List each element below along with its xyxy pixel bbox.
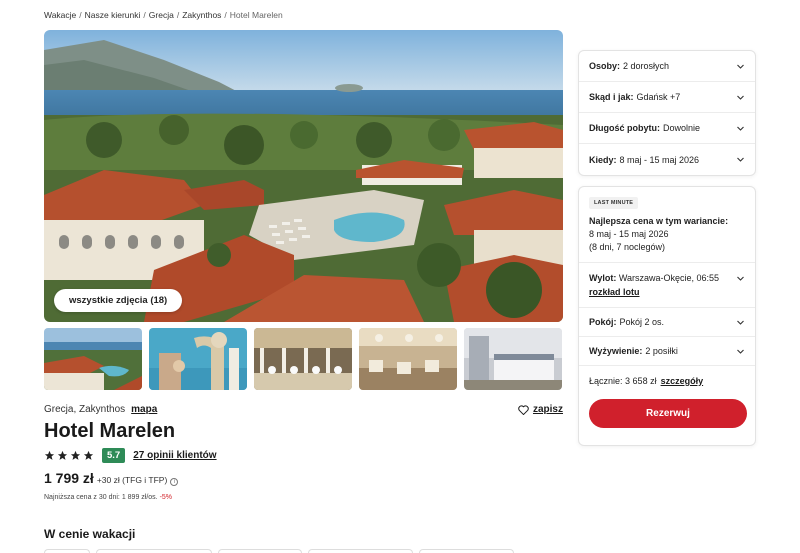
hero-photo[interactable]: wszystkie zdjęcia (18) <box>44 30 563 322</box>
price: 1 799 zł <box>44 470 94 486</box>
thumbnail-1[interactable] <box>44 328 142 390</box>
date-selector[interactable]: Kiedy: 8 maj - 15 maj 2026 <box>579 144 755 175</box>
chevron-down-icon <box>737 276 744 281</box>
star-icon <box>44 450 55 460</box>
breadcrumb-item-grecja[interactable]: Grecja <box>149 10 174 20</box>
date-label: Kiedy: <box>589 154 617 165</box>
star-icon <box>83 450 94 460</box>
chevron-down-icon <box>737 349 744 354</box>
included-tags <box>44 549 514 553</box>
breadcrumb: Wakacje / Nasze kierunki / Grecja / Zaky… <box>44 10 283 20</box>
flight-label: Wylot: <box>589 273 617 283</box>
flight-value: Warszawa-Okęcie, 06:55 <box>618 273 720 283</box>
chevron-down-icon <box>737 64 744 69</box>
persons-label: Osoby: <box>589 61 621 71</box>
room-value: Pokój 2 os. <box>619 317 665 327</box>
meals-value: 2 posiłki <box>645 346 678 356</box>
thumbnail-2[interactable] <box>149 328 247 390</box>
hotel-name: Hotel Marelen <box>44 420 176 442</box>
breadcrumb-item-zakynthos[interactable]: Zakynthos <box>182 10 221 20</box>
thumbnail-4-image <box>359 328 457 390</box>
flight-selector[interactable]: Wylot: Warszawa-Okęcie, 06:55 rozkład lo… <box>579 263 755 308</box>
breadcrumb-separator: / <box>143 10 146 20</box>
location-row: Grecja, Zakynthos mapa zapisz <box>44 404 563 415</box>
save-button[interactable]: zapisz <box>518 404 563 415</box>
meals-label: Wyżywienie: <box>589 346 643 356</box>
best-price-block: Najlepsza cena w tym wariancie: 8 maj - … <box>579 209 755 263</box>
total-label: Łącznie: <box>589 375 623 386</box>
rating-badge: 5.7 <box>102 448 126 463</box>
thumbnail-1-image <box>44 328 142 390</box>
price-extra: +30 zł (TFG i TFP) <box>96 475 168 485</box>
hero-photo-image <box>44 30 563 322</box>
best-price-label: Najlepsza cena w tym wariancie: <box>589 216 729 226</box>
flight-schedule-link[interactable]: rozkład lotu <box>589 287 640 297</box>
best-price-nights: (8 dni, 7 noclegów) <box>589 242 666 252</box>
total-details-link[interactable]: szczegóły <box>661 376 704 386</box>
breadcrumb-current: Hotel Marelen <box>229 10 283 20</box>
persons-selector[interactable]: Osoby: 2 dorosłych <box>579 51 755 82</box>
thumbnail-4[interactable] <box>359 328 457 390</box>
departure-label: Skąd i jak: <box>589 92 634 102</box>
star-icon <box>70 450 81 460</box>
chevron-down-icon <box>737 126 744 131</box>
chevron-down-icon <box>737 95 744 100</box>
included-tag[interactable] <box>44 549 90 553</box>
total-value: 3 658 zł <box>625 375 657 386</box>
thumbnail-strip <box>44 328 562 390</box>
date-value: 8 maj - 15 maj 2026 <box>619 154 700 165</box>
lowest-price-note: Najniższa cena z 30 dni: 1 899 zł/os. -5… <box>44 494 172 501</box>
map-link[interactable]: mapa <box>131 404 157 415</box>
hotel-location: Grecja, Zakynthos <box>44 404 126 415</box>
all-photos-button[interactable]: wszystkie zdjęcia (18) <box>54 289 183 312</box>
chevron-down-icon <box>737 320 744 325</box>
included-tag[interactable] <box>96 549 212 553</box>
best-price-dates: 8 maj - 15 maj 2026 <box>589 229 669 239</box>
total-row: Łącznie: 3 658 zł szczegóły <box>579 366 755 395</box>
lowest-price-discount: -5% <box>159 494 173 501</box>
star-icon <box>57 450 68 460</box>
reviews-link[interactable]: 27 opinii klientów <box>133 450 216 461</box>
info-icon[interactable]: i <box>170 478 179 486</box>
room-label: Pokój: <box>589 317 617 327</box>
chevron-down-icon <box>737 157 744 162</box>
included-tag[interactable] <box>308 549 413 553</box>
search-params-card: Osoby: 2 dorosłych Skąd i jak: Gdańsk +7… <box>578 50 756 176</box>
breadcrumb-item-wakacje[interactable]: Wakacje <box>44 10 76 20</box>
price-row: 1 799 zł +30 zł (TFG i TFP) i <box>44 470 179 486</box>
heart-icon <box>518 404 529 415</box>
departure-selector[interactable]: Skąd i jak: Gdańsk +7 <box>579 82 755 113</box>
duration-label: Długość pobytu: <box>589 123 660 133</box>
room-selector[interactable]: Pokój: Pokój 2 os. <box>579 308 755 337</box>
breadcrumb-separator: / <box>224 10 227 20</box>
breadcrumb-separator: / <box>176 10 180 20</box>
thumbnail-3[interactable] <box>254 328 352 390</box>
section-title: W cenie wakacji <box>44 527 136 541</box>
included-tag[interactable] <box>218 549 302 553</box>
thumbnail-5-image <box>464 328 562 390</box>
departure-value: Gdańsk +7 <box>636 92 681 102</box>
thumbnail-5[interactable] <box>464 328 562 390</box>
lowest-price-text: Najniższa cena z 30 dni: 1 899 zł/os. <box>44 494 158 501</box>
duration-selector[interactable]: Długość pobytu: Dowolnie <box>579 113 755 144</box>
thumbnail-2-image <box>149 328 247 390</box>
persons-value: 2 dorosłych <box>623 61 670 71</box>
duration-value: Dowolnie <box>663 123 701 133</box>
reserve-button[interactable]: Rezerwuj <box>589 399 747 428</box>
breadcrumb-item-kierunki[interactable]: Nasze kierunki <box>85 10 141 20</box>
breadcrumb-separator: / <box>79 10 82 20</box>
star-rating <box>44 450 94 461</box>
included-tag[interactable] <box>419 549 514 553</box>
last-minute-badge: LAST MINUTE <box>589 197 639 209</box>
save-label: zapisz <box>532 404 563 415</box>
thumbnail-3-image <box>254 328 352 390</box>
offer-card: LAST MINUTE Najlepsza cena w tym warianc… <box>578 186 756 446</box>
meals-selector[interactable]: Wyżywienie: 2 posiłki <box>579 337 755 366</box>
rating-row: 5.7 27 opinii klientów <box>44 448 217 463</box>
